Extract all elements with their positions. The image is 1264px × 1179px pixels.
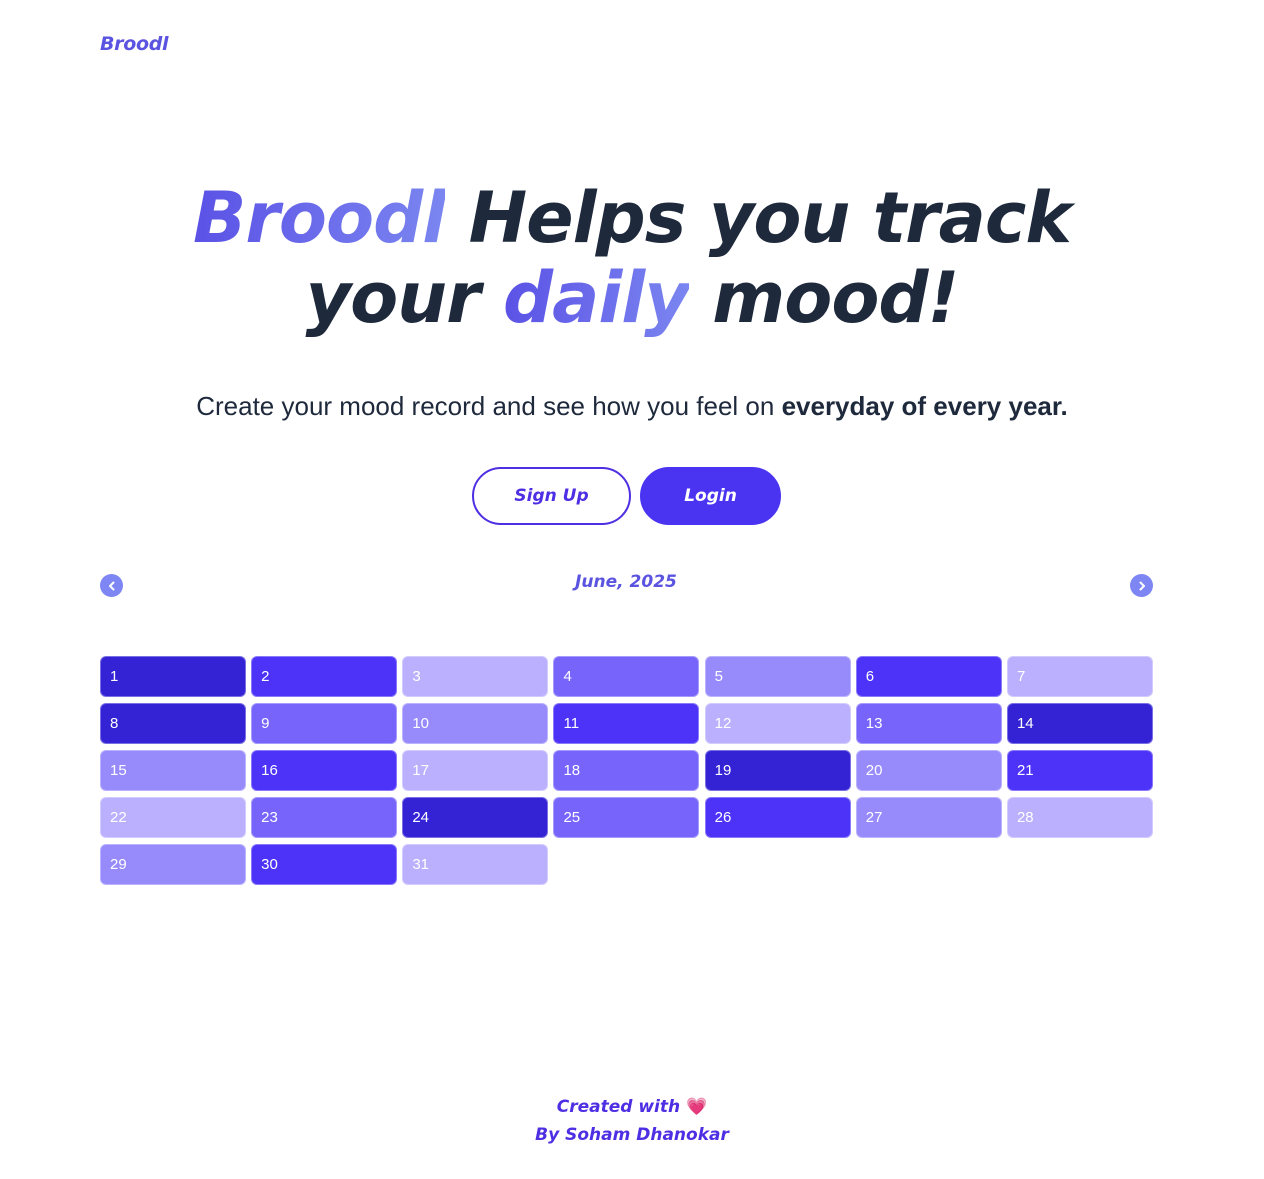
signup-button[interactable]: Sign Up bbox=[472, 467, 631, 525]
calendar-day-label: 20 bbox=[865, 762, 883, 779]
calendar-day[interactable]: 21 bbox=[1006, 750, 1153, 791]
calendar-day-label: 7 bbox=[1016, 668, 1026, 685]
next-month-button[interactable] bbox=[1130, 574, 1153, 597]
calendar-day[interactable]: 19 bbox=[704, 750, 851, 791]
hero-title-part1: Helps you track bbox=[445, 177, 1072, 259]
calendar-day-label: 11 bbox=[563, 715, 580, 732]
calendar-day[interactable]: 29 bbox=[100, 844, 246, 885]
calendar-day-label: 29 bbox=[110, 856, 127, 873]
calendar-day[interactable]: 3 bbox=[402, 656, 549, 697]
calendar-day[interactable]: 23 bbox=[251, 797, 398, 838]
calendar-day-label: 22 bbox=[110, 809, 127, 826]
calendar-day[interactable]: 2 bbox=[251, 656, 398, 697]
calendar-day-label: 17 bbox=[412, 762, 429, 779]
calendar-day[interactable]: 15 bbox=[100, 750, 246, 791]
calendar-day-label: 6 bbox=[865, 668, 875, 685]
calendar-day-label: 2 bbox=[261, 668, 270, 685]
calendar-day[interactable]: 26 bbox=[704, 797, 851, 838]
hero-title: Broodl Helps you track your daily mood! bbox=[0, 178, 1264, 338]
calendar-day-label: 23 bbox=[261, 809, 278, 826]
calendar-day-label: 14 bbox=[1016, 715, 1034, 732]
heart-icon: 💗 bbox=[686, 1097, 708, 1117]
footer-credit-line: Created with 💗 bbox=[0, 1093, 1264, 1121]
calendar-day-label: 3 bbox=[412, 668, 421, 685]
calendar-day[interactable]: 5 bbox=[704, 656, 851, 697]
calendar-day-label: 21 bbox=[1016, 762, 1034, 779]
calendar-day-label: 27 bbox=[865, 809, 883, 826]
chevron-right-icon bbox=[1139, 581, 1145, 590]
calendar-day[interactable]: 14 bbox=[1006, 703, 1153, 744]
calendar-day[interactable]: 16 bbox=[251, 750, 398, 791]
calendar-day[interactable]: 9 bbox=[251, 703, 398, 744]
calendar-grid: 1 2 3 4 5 6 7 8 9 10 11 12 13 14 15 16 17 18 19 20 21 22 23 24 2… bbox=[100, 656, 1153, 885]
calendar-day[interactable]: 27 bbox=[855, 797, 1002, 838]
calendar-day-label: 13 bbox=[865, 715, 883, 732]
calendar-day[interactable]: 25 bbox=[553, 797, 700, 838]
calendar-day[interactable]: 28 bbox=[1006, 797, 1153, 838]
calendar-day[interactable]: 24 bbox=[402, 797, 549, 838]
calendar-day[interactable]: 1 bbox=[100, 656, 246, 697]
calendar-day[interactable]: 20 bbox=[855, 750, 1002, 791]
calendar-day-label: 10 bbox=[412, 715, 429, 732]
calendar-day[interactable]: 18 bbox=[553, 750, 700, 791]
calendar-day[interactable]: 17 bbox=[402, 750, 549, 791]
calendar-day[interactable]: 6 bbox=[855, 656, 1002, 697]
footer: Created with 💗 By Soham Dhanokar bbox=[0, 1093, 1264, 1149]
calendar-day[interactable]: 7 bbox=[1006, 656, 1153, 697]
calendar-day[interactable]: 22 bbox=[100, 797, 246, 838]
footer-created-with: Created with bbox=[556, 1097, 681, 1117]
calendar-day-label: 24 bbox=[412, 809, 429, 826]
calendar-day-label: 25 bbox=[563, 809, 581, 826]
hero-title-brand: Broodl bbox=[193, 177, 446, 259]
brand-logo[interactable]: Broodl bbox=[100, 33, 169, 55]
hero-title-part3: mood! bbox=[688, 257, 959, 339]
calendar-day[interactable]: 11 bbox=[553, 703, 700, 744]
calendar-day-label: 28 bbox=[1016, 809, 1034, 826]
calendar-day-label: 30 bbox=[261, 856, 278, 873]
calendar-day-label: 18 bbox=[563, 762, 581, 779]
calendar-day-label: 5 bbox=[714, 668, 723, 685]
calendar-day-label: 16 bbox=[261, 762, 278, 779]
calendar-day-label: 12 bbox=[714, 715, 732, 732]
subtitle-bold: everyday of every year. bbox=[781, 391, 1068, 421]
calendar-day[interactable]: 30 bbox=[251, 844, 398, 885]
calendar-day-label: 26 bbox=[714, 809, 732, 826]
calendar-day[interactable]: 31 bbox=[402, 844, 549, 885]
hero-subtitle: Create your mood record and see how you … bbox=[0, 391, 1264, 422]
calendar-day[interactable]: 4 bbox=[553, 656, 700, 697]
calendar-day-label: 4 bbox=[563, 668, 572, 685]
calendar-day[interactable]: 13 bbox=[855, 703, 1002, 744]
calendar-day-label: 19 bbox=[714, 762, 732, 779]
calendar-day-label: 15 bbox=[110, 762, 127, 779]
hero-title-highlight: daily bbox=[502, 257, 690, 339]
calendar-day[interactable]: 10 bbox=[402, 703, 549, 744]
login-button[interactable]: Login bbox=[640, 467, 781, 525]
subtitle-plain: Create your mood record and see how you … bbox=[196, 391, 782, 421]
calendar-day-label: 1 bbox=[110, 668, 119, 685]
month-label: June, 2025 bbox=[575, 572, 677, 592]
calendar-day-label: 9 bbox=[261, 715, 270, 732]
calendar-day-label: 31 bbox=[412, 856, 429, 873]
calendar-day-label: 8 bbox=[110, 715, 119, 732]
footer-author: By Soham Dhanokar bbox=[535, 1125, 729, 1145]
calendar-day[interactable]: 8 bbox=[100, 703, 246, 744]
calendar-day[interactable]: 12 bbox=[704, 703, 851, 744]
hero-title-part2: your bbox=[305, 257, 503, 339]
